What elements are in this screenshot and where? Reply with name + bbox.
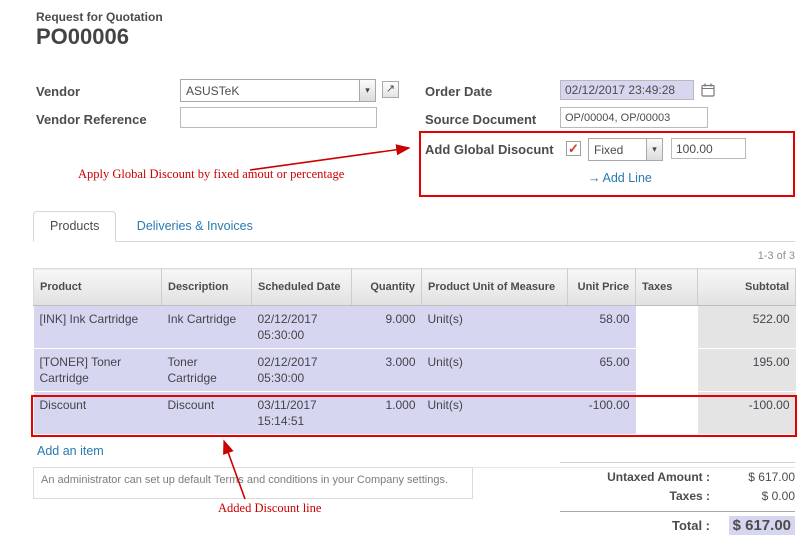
cell-uom[interactable]: Unit(s) xyxy=(422,306,568,349)
chevron-down-icon: ▾ xyxy=(359,80,375,101)
untaxed-amount-value: $ 617.00 xyxy=(710,468,795,487)
cell-scheduled-date[interactable]: 03/11/2017 15:14:51 xyxy=(252,392,352,435)
arrow-right-icon: → xyxy=(588,171,601,185)
tab-products[interactable]: Products xyxy=(33,211,116,242)
global-discount-checkbox[interactable]: ✓ xyxy=(566,141,581,156)
cell-uom[interactable]: Unit(s) xyxy=(422,392,568,435)
col-product[interactable]: Product xyxy=(34,269,162,306)
vendor-label: Vendor xyxy=(36,84,80,99)
cell-product[interactable]: [TONER] Toner Cartridge xyxy=(34,349,162,392)
terms-note-box[interactable]: An administrator can set up default Term… xyxy=(33,467,473,499)
cell-unit-price[interactable]: 58.00 xyxy=(568,306,636,349)
vendor-value: ASUSTeK xyxy=(181,84,359,98)
cell-description[interactable]: Discount xyxy=(162,392,252,435)
cell-subtotal: 195.00 xyxy=(698,349,796,392)
global-discount-label: Add Global Disocunt xyxy=(425,142,554,157)
table-row[interactable]: [INK] Ink Cartridge Ink Cartridge 02/12/… xyxy=(34,306,796,349)
external-link-icon[interactable]: ↗ xyxy=(382,81,399,98)
cell-description[interactable]: Ink Cartridge xyxy=(162,306,252,349)
untaxed-amount-row: Untaxed Amount : $ 617.00 xyxy=(560,468,795,487)
discount-type-value: Fixed xyxy=(589,143,646,157)
cell-product[interactable]: [INK] Ink Cartridge xyxy=(34,306,162,349)
check-icon: ✓ xyxy=(567,142,580,155)
col-description[interactable]: Description xyxy=(162,269,252,306)
notebook-tabs: Products Deliveries & Invoices xyxy=(33,211,795,242)
discount-type-select[interactable]: Fixed ▾ xyxy=(588,138,663,161)
total-value: $ 617.00 xyxy=(710,516,795,535)
totals-divider xyxy=(560,511,795,512)
tab-deliveries-invoices[interactable]: Deliveries & Invoices xyxy=(121,212,269,241)
order-lines-section: Product Description Scheduled Date Quant… xyxy=(33,268,795,468)
cell-uom[interactable]: Unit(s) xyxy=(422,349,568,392)
cell-taxes[interactable] xyxy=(636,306,698,349)
col-scheduled-date[interactable]: Scheduled Date xyxy=(252,269,352,306)
vendor-reference-label: Vendor Reference xyxy=(36,112,147,127)
document-type-label: Request for Quotation xyxy=(36,10,163,24)
taxes-row: Taxes : $ 0.00 xyxy=(560,487,795,506)
taxes-value: $ 0.00 xyxy=(710,487,795,506)
annotation-discount-line-note: Added Discount line xyxy=(218,501,321,516)
cell-unit-price[interactable]: -100.00 xyxy=(568,392,636,435)
table-header-row: Product Description Scheduled Date Quant… xyxy=(34,269,796,306)
annotation-global-discount-note: Apply Global Discount by fixed amout or … xyxy=(78,167,344,182)
untaxed-amount-label: Untaxed Amount : xyxy=(607,468,710,487)
pager[interactable]: 1-3 of 3 xyxy=(758,250,795,262)
add-an-item-link[interactable]: Add an item xyxy=(37,444,104,458)
discount-amount-input[interactable] xyxy=(671,138,746,159)
cell-quantity[interactable]: 9.000 xyxy=(352,306,422,349)
cell-subtotal: 522.00 xyxy=(698,306,796,349)
totals-panel: Untaxed Amount : $ 617.00 Taxes : $ 0.00… xyxy=(560,462,795,535)
order-lines-table: Product Description Scheduled Date Quant… xyxy=(33,268,796,435)
chevron-down-icon: ▾ xyxy=(646,139,662,160)
cell-taxes[interactable] xyxy=(636,349,698,392)
col-subtotal[interactable]: Subtotal xyxy=(698,269,796,306)
cell-scheduled-date[interactable]: 02/12/2017 05:30:00 xyxy=(252,349,352,392)
cell-description[interactable]: Toner Cartridge xyxy=(162,349,252,392)
cell-subtotal: -100.00 xyxy=(698,392,796,435)
order-date-label: Order Date xyxy=(425,84,492,99)
col-unit-price[interactable]: Unit Price xyxy=(568,269,636,306)
col-taxes[interactable]: Taxes xyxy=(636,269,698,306)
page-title: PO00006 xyxy=(36,24,129,50)
cell-quantity[interactable]: 3.000 xyxy=(352,349,422,392)
table-row-discount[interactable]: Discount Discount 03/11/2017 15:14:51 1.… xyxy=(34,392,796,435)
vendor-reference-input[interactable] xyxy=(180,107,377,128)
vendor-select[interactable]: ASUSTeK ▾ xyxy=(180,79,376,102)
table-row[interactable]: [TONER] Toner Cartridge Toner Cartridge … xyxy=(34,349,796,392)
cell-taxes[interactable] xyxy=(636,392,698,435)
col-quantity[interactable]: Quantity xyxy=(352,269,422,306)
source-document-input[interactable] xyxy=(560,107,708,128)
total-row: Total : $ 617.00 xyxy=(560,516,795,535)
col-uom[interactable]: Product Unit of Measure xyxy=(422,269,568,306)
rfq-form-page: Request for Quotation PO00006 Vendor ASU… xyxy=(0,0,810,546)
taxes-label: Taxes : xyxy=(670,487,710,506)
cell-unit-price[interactable]: 65.00 xyxy=(568,349,636,392)
calendar-icon[interactable] xyxy=(701,83,715,97)
cell-product[interactable]: Discount xyxy=(34,392,162,435)
terms-note-text: An administrator can set up default Term… xyxy=(41,474,448,486)
cell-quantity[interactable]: 1.000 xyxy=(352,392,422,435)
add-line-label: Add Line xyxy=(603,171,652,185)
total-label: Total : xyxy=(672,516,710,535)
order-date-input[interactable] xyxy=(560,80,694,100)
cell-scheduled-date[interactable]: 02/12/2017 05:30:00 xyxy=(252,306,352,349)
arrow-to-global-discount xyxy=(250,148,409,170)
add-line-link[interactable]: →Add Line xyxy=(588,171,652,185)
source-document-label: Source Document xyxy=(425,112,536,127)
